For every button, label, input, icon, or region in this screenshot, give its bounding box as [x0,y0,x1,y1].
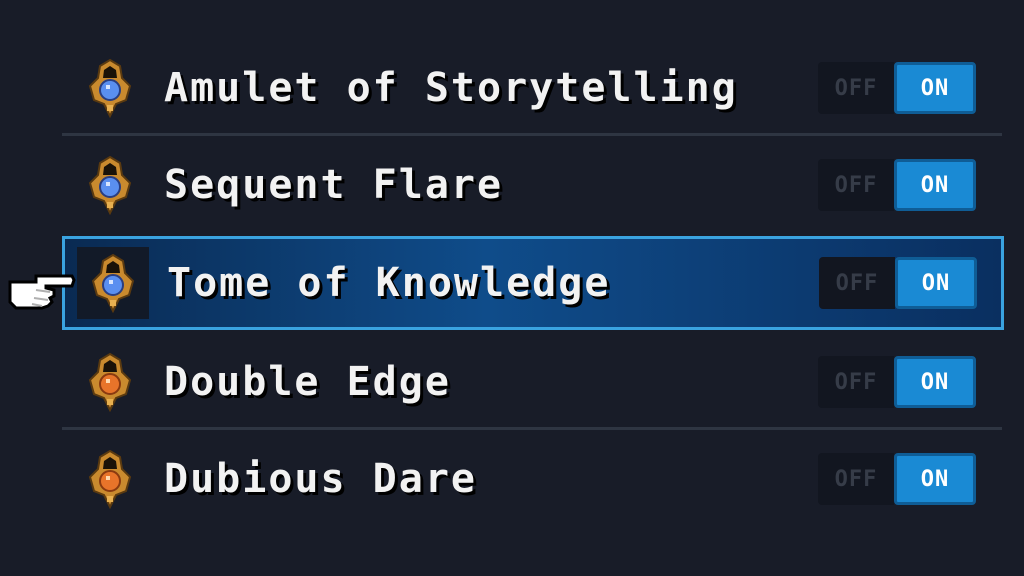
toggle-off-option[interactable]: OFF [818,62,894,114]
row-divider [62,133,1002,136]
on-off-toggle[interactable]: OFF ON [818,453,976,505]
option-row-tome-of-knowledge[interactable]: Tome of Knowledge OFF ON [62,236,1004,330]
on-off-toggle[interactable]: OFF ON [818,62,976,114]
option-label: Double Edge [164,359,451,405]
toggle-on-option[interactable]: ON [894,159,976,211]
toggle-off-option[interactable]: OFF [818,356,894,408]
amulet-icon [80,58,140,118]
amulet-icon [77,247,149,319]
toggle-off-option[interactable]: OFF [818,159,894,211]
option-label: Tome of Knowledge [167,260,611,306]
row-divider [62,427,1002,430]
option-label: Sequent Flare [164,162,504,208]
option-row-dubious-dare[interactable]: Dubious Dare OFF ON [62,431,1002,527]
pointing-hand-icon [6,266,76,316]
amulet-icon [80,449,140,509]
options-screen: Amulet of Storytelling OFF ON Sequent Fl… [0,0,1024,576]
toggle-on-option[interactable]: ON [894,356,976,408]
toggle-off-option[interactable]: OFF [818,453,894,505]
option-row-sequent-flare[interactable]: Sequent Flare OFF ON [62,137,1002,233]
option-row-double-edge[interactable]: Double Edge OFF ON [62,334,1002,430]
on-off-toggle[interactable]: OFF ON [819,257,977,309]
option-label: Dubious Dare [164,456,477,502]
amulet-icon [80,352,140,412]
toggle-off-option[interactable]: OFF [819,257,895,309]
on-off-toggle[interactable]: OFF ON [818,159,976,211]
toggle-on-option[interactable]: ON [895,257,977,309]
option-label: Amulet of Storytelling [164,65,738,111]
option-row-amulet-of-storytelling[interactable]: Amulet of Storytelling OFF ON [62,40,1002,136]
amulet-icon [80,155,140,215]
on-off-toggle[interactable]: OFF ON [818,356,976,408]
toggle-on-option[interactable]: ON [894,62,976,114]
toggle-on-option[interactable]: ON [894,453,976,505]
